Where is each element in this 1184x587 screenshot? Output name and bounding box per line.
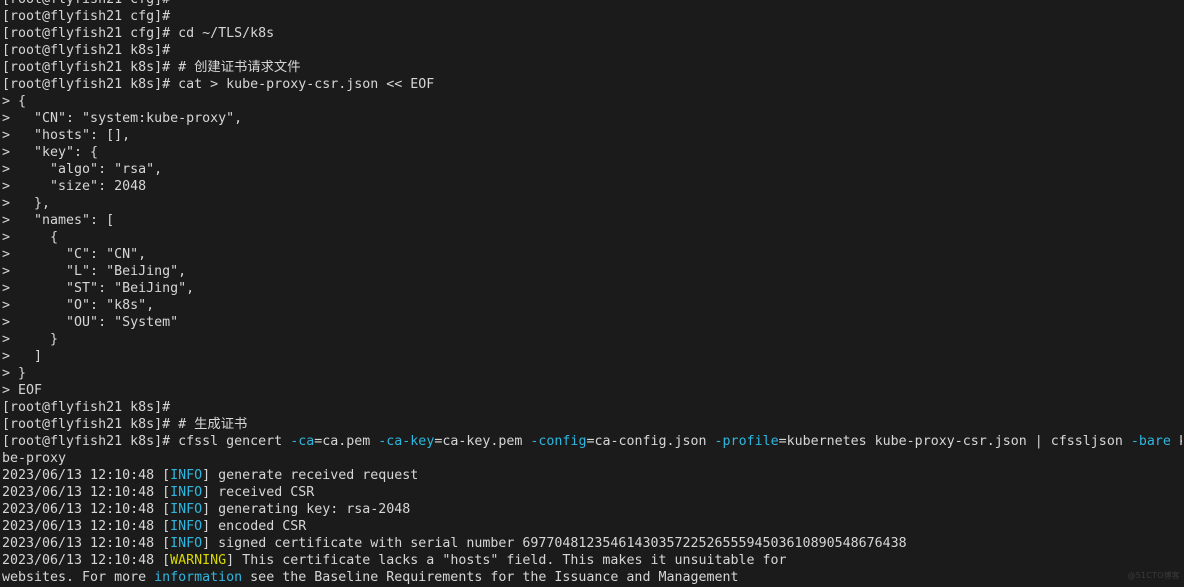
terminal-text: > "ST": "BeiJing", [2, 281, 195, 296]
terminal-text: > "names": [ [2, 213, 115, 228]
terminal-text: INFO [170, 519, 203, 534]
terminal-line: [root@flyfish21 k8s]# [2, 42, 1182, 59]
terminal-text: > "hosts": [], [2, 128, 131, 143]
terminal-text: [root@flyfish21 cfg]# cd ~/TLS/k8s [2, 26, 275, 41]
terminal-text: > "C": "CN", [2, 247, 147, 262]
terminal-line: > "C": "CN", [2, 246, 1182, 263]
terminal-text: > { [2, 230, 59, 245]
terminal-text: > "OU": "System" [2, 315, 179, 330]
terminal-text: ] This certificate lacks a "hosts" field… [226, 553, 787, 568]
terminal-line: > "OU": "System" [2, 314, 1182, 331]
terminal-line: > "O": "k8s", [2, 297, 1182, 314]
terminal-line: > { [2, 93, 1182, 110]
terminal-line: 2023/06/13 12:10:48 [INFO] generating ke… [2, 501, 1182, 518]
terminal-line: be-proxy [2, 450, 1182, 467]
terminal-text: > "O": "k8s", [2, 298, 155, 313]
terminal-line: 2023/06/13 12:10:48 [INFO] received CSR [2, 484, 1182, 501]
terminal-line: 2023/06/13 12:10:48 [INFO] encoded CSR [2, 518, 1182, 535]
terminal-text: ] generate received request [202, 468, 419, 483]
terminal-text: > }, [2, 196, 51, 211]
terminal-text: 2023/06/13 12:10:48 [ [2, 485, 171, 500]
terminal-text: > EOF [2, 383, 43, 398]
terminal-line: > } [2, 331, 1182, 348]
terminal-text: -profile [714, 434, 779, 449]
terminal-line: > } [2, 365, 1182, 382]
terminal-text: > } [2, 366, 27, 381]
terminal-line: [root@flyfish21 k8s]# # 创建证书请求文件 [2, 59, 1182, 76]
terminal-text: ] generating key: rsa-2048 [202, 502, 411, 517]
terminal-text: =ca.pem [314, 434, 379, 449]
terminal-line: > "key": { [2, 144, 1182, 161]
terminal-line: > }, [2, 195, 1182, 212]
terminal-text: > { [2, 94, 27, 109]
terminal-text: ] encoded CSR [202, 519, 307, 534]
terminal-text: > "size": 2048 [2, 179, 147, 194]
terminal-line: [root@flyfish21 k8s]# cfssl gencert -ca=… [2, 433, 1182, 450]
terminal-text: 2023/06/13 12:10:48 [ [2, 502, 171, 517]
terminal-text: ] received CSR [202, 485, 315, 500]
terminal-text: > "CN": "system:kube-proxy", [2, 111, 243, 126]
terminal-text: =kubernetes kube-proxy-csr.json | cfsslj… [778, 434, 1131, 449]
terminal-text: [root@flyfish21 cfg]# [2, 0, 170, 7]
terminal-output: [root@flyfish21 cfg]# [root@flyfish21 cfg… [0, 0, 1184, 587]
terminal-line: > "ST": "BeiJing", [2, 280, 1182, 297]
terminal-line: > "algo": "rsa", [2, 161, 1182, 178]
terminal-line: websites. For more information see the B… [2, 569, 1182, 586]
terminal-text: information [154, 570, 243, 585]
terminal-window[interactable]: [root@flyfish21 cfg]# [root@flyfish21 cfg… [0, 0, 1184, 587]
terminal-text: > "L": "BeiJing", [2, 264, 187, 279]
terminal-text: INFO [170, 485, 203, 500]
terminal-text: > } [2, 332, 59, 347]
terminal-line: > "hosts": [], [2, 127, 1182, 144]
terminal-text: [root@flyfish21 k8s]# cat > kube-proxy-c… [2, 77, 435, 92]
terminal-line: > "names": [ [2, 212, 1182, 229]
terminal-text: 2023/06/13 12:10:48 [ [2, 519, 171, 534]
terminal-line: [root@flyfish21 k8s]# cat > kube-proxy-c… [2, 76, 1182, 93]
terminal-line: [root@flyfish21 k8s]# [2, 399, 1182, 416]
terminal-line: > { [2, 229, 1182, 246]
terminal-line: > "CN": "system:kube-proxy", [2, 110, 1182, 127]
terminal-text: [root@flyfish21 k8s]# [2, 43, 171, 58]
terminal-text: [root@flyfish21 k8s]# cfssl gencert [2, 434, 291, 449]
terminal-text: INFO [170, 502, 203, 517]
terminal-text: > "algo": "rsa", [2, 162, 163, 177]
terminal-line: 2023/06/13 12:10:48 [INFO] generate rece… [2, 467, 1182, 484]
terminal-text: > ] [2, 349, 43, 364]
terminal-text: [root@flyfish21 k8s]# [2, 400, 171, 415]
terminal-text: ] signed certificate with serial number … [202, 536, 907, 551]
terminal-line: [root@flyfish21 cfg]# [2, 0, 1182, 8]
terminal-line: 2023/06/13 12:10:48 [INFO] signed certif… [2, 535, 1182, 552]
terminal-text: see the Baseline Requirements for the Is… [242, 570, 739, 585]
terminal-text: INFO [170, 468, 203, 483]
terminal-text: [root@flyfish21 k8s]# # 创建证书请求文件 [2, 60, 301, 75]
terminal-line: > ] [2, 348, 1182, 365]
watermark: @51CTO博客 [1127, 571, 1180, 580]
terminal-text: =ca-key.pem [434, 434, 531, 449]
terminal-text: 2023/06/13 12:10:48 [ [2, 536, 171, 551]
terminal-line: [root@flyfish21 cfg]# [2, 8, 1182, 25]
terminal-line: [root@flyfish21 cfg]# cd ~/TLS/k8s [2, 25, 1182, 42]
terminal-text: ku [1171, 434, 1182, 449]
terminal-text: [root@flyfish21 cfg]# [2, 9, 171, 24]
terminal-text: -ca-key [378, 434, 435, 449]
terminal-line: > EOF [2, 382, 1182, 399]
terminal-line: [root@flyfish21 k8s]# # 生成证书 [2, 416, 1182, 433]
terminal-text: be-proxy [2, 451, 67, 466]
terminal-text: [root@flyfish21 k8s]# # 生成证书 [2, 417, 248, 432]
terminal-line: > "size": 2048 [2, 178, 1182, 195]
terminal-text: INFO [170, 536, 203, 551]
terminal-text: 2023/06/13 12:10:48 [ [2, 468, 171, 483]
terminal-text: websites. For more [2, 570, 155, 585]
terminal-text: 2023/06/13 12:10:48 [ [2, 553, 171, 568]
terminal-text: =ca-config.json [586, 434, 715, 449]
terminal-text: > "key": { [2, 145, 99, 160]
terminal-line: > "L": "BeiJing", [2, 263, 1182, 280]
terminal-text: -bare [1130, 434, 1171, 449]
terminal-text: -ca [290, 434, 315, 449]
terminal-text: WARNING [170, 553, 227, 568]
terminal-line: 2023/06/13 12:10:48 [WARNING] This certi… [2, 552, 1182, 569]
terminal-text: -config [530, 434, 587, 449]
